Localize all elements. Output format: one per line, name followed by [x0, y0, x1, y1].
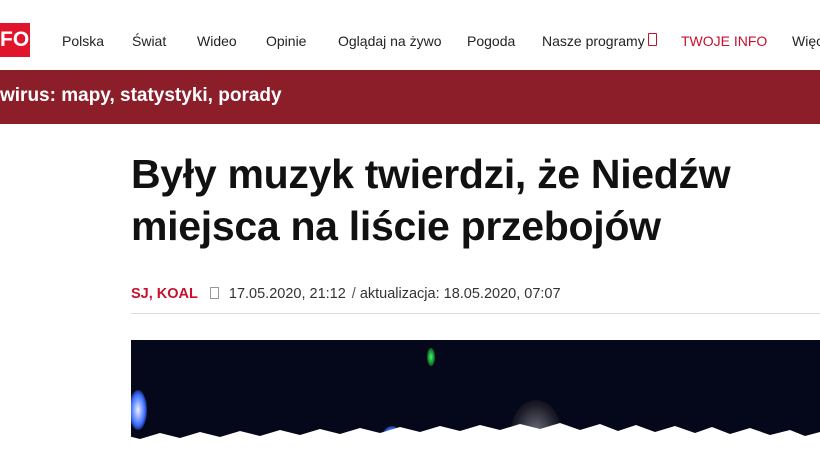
meta-separator: / [351, 286, 356, 302]
nav-item-more[interactable]: Więc [792, 33, 820, 49]
nav-item-programs[interactable]: Nasze programy [542, 33, 645, 49]
nav-item-swiat[interactable]: Świat [132, 33, 166, 49]
article-photo[interactable] [131, 340, 820, 462]
top-navigation: FO Polska Świat Wideo Opinie Oglądaj na … [0, 14, 820, 68]
article-headline: Były muzyk twierdzi, że Niedźw miejsca n… [131, 148, 820, 252]
clock-icon [209, 287, 219, 299]
article-page: FO Polska Świat Wideo Opinie Oglądaj na … [0, 0, 820, 462]
meta-divider [131, 313, 820, 314]
article-author[interactable]: SJ, KOAL [131, 286, 198, 302]
headline-line-1: Były muzyk twierdzi, że Niedźw [131, 151, 731, 197]
nav-item-wideo[interactable]: Wideo [197, 33, 237, 49]
nav-item-pogoda[interactable]: Pogoda [467, 33, 515, 49]
nav-item-polska[interactable]: Polska [62, 33, 104, 49]
stage-light-blue-center [381, 426, 403, 456]
article-meta: SJ, KOAL 17.05.2020, 21:12 /aktualizacja: … [131, 286, 561, 306]
topic-banner-label[interactable]: wirus: mapy, statystyki, porady [0, 85, 282, 107]
nav-item-twoje-info[interactable]: TWOJE INFO [681, 33, 767, 49]
published-date: 17.05.2020, 21:12 [228, 286, 346, 302]
nav-item-opinie[interactable]: Opinie [266, 33, 306, 49]
performer-silhouette [511, 400, 561, 462]
stage-light-blue-left [131, 390, 147, 430]
stage-light-green [427, 348, 435, 366]
site-logo[interactable]: FO [0, 23, 30, 57]
main-nav: FO Polska Świat Wideo Opinie Oglądaj na … [0, 14, 820, 68]
external-link-icon [648, 33, 657, 46]
headline-line-2: miejsca na liście przebojów [131, 203, 661, 249]
stage-light-small [201, 436, 215, 448]
updated-date: aktualizacja: 18.05.2020, 07:07 [359, 286, 561, 302]
nav-item-live[interactable]: Oglądaj na żywo [338, 33, 442, 49]
topic-banner[interactable]: wirus: mapy, statystyki, porady [0, 70, 820, 124]
